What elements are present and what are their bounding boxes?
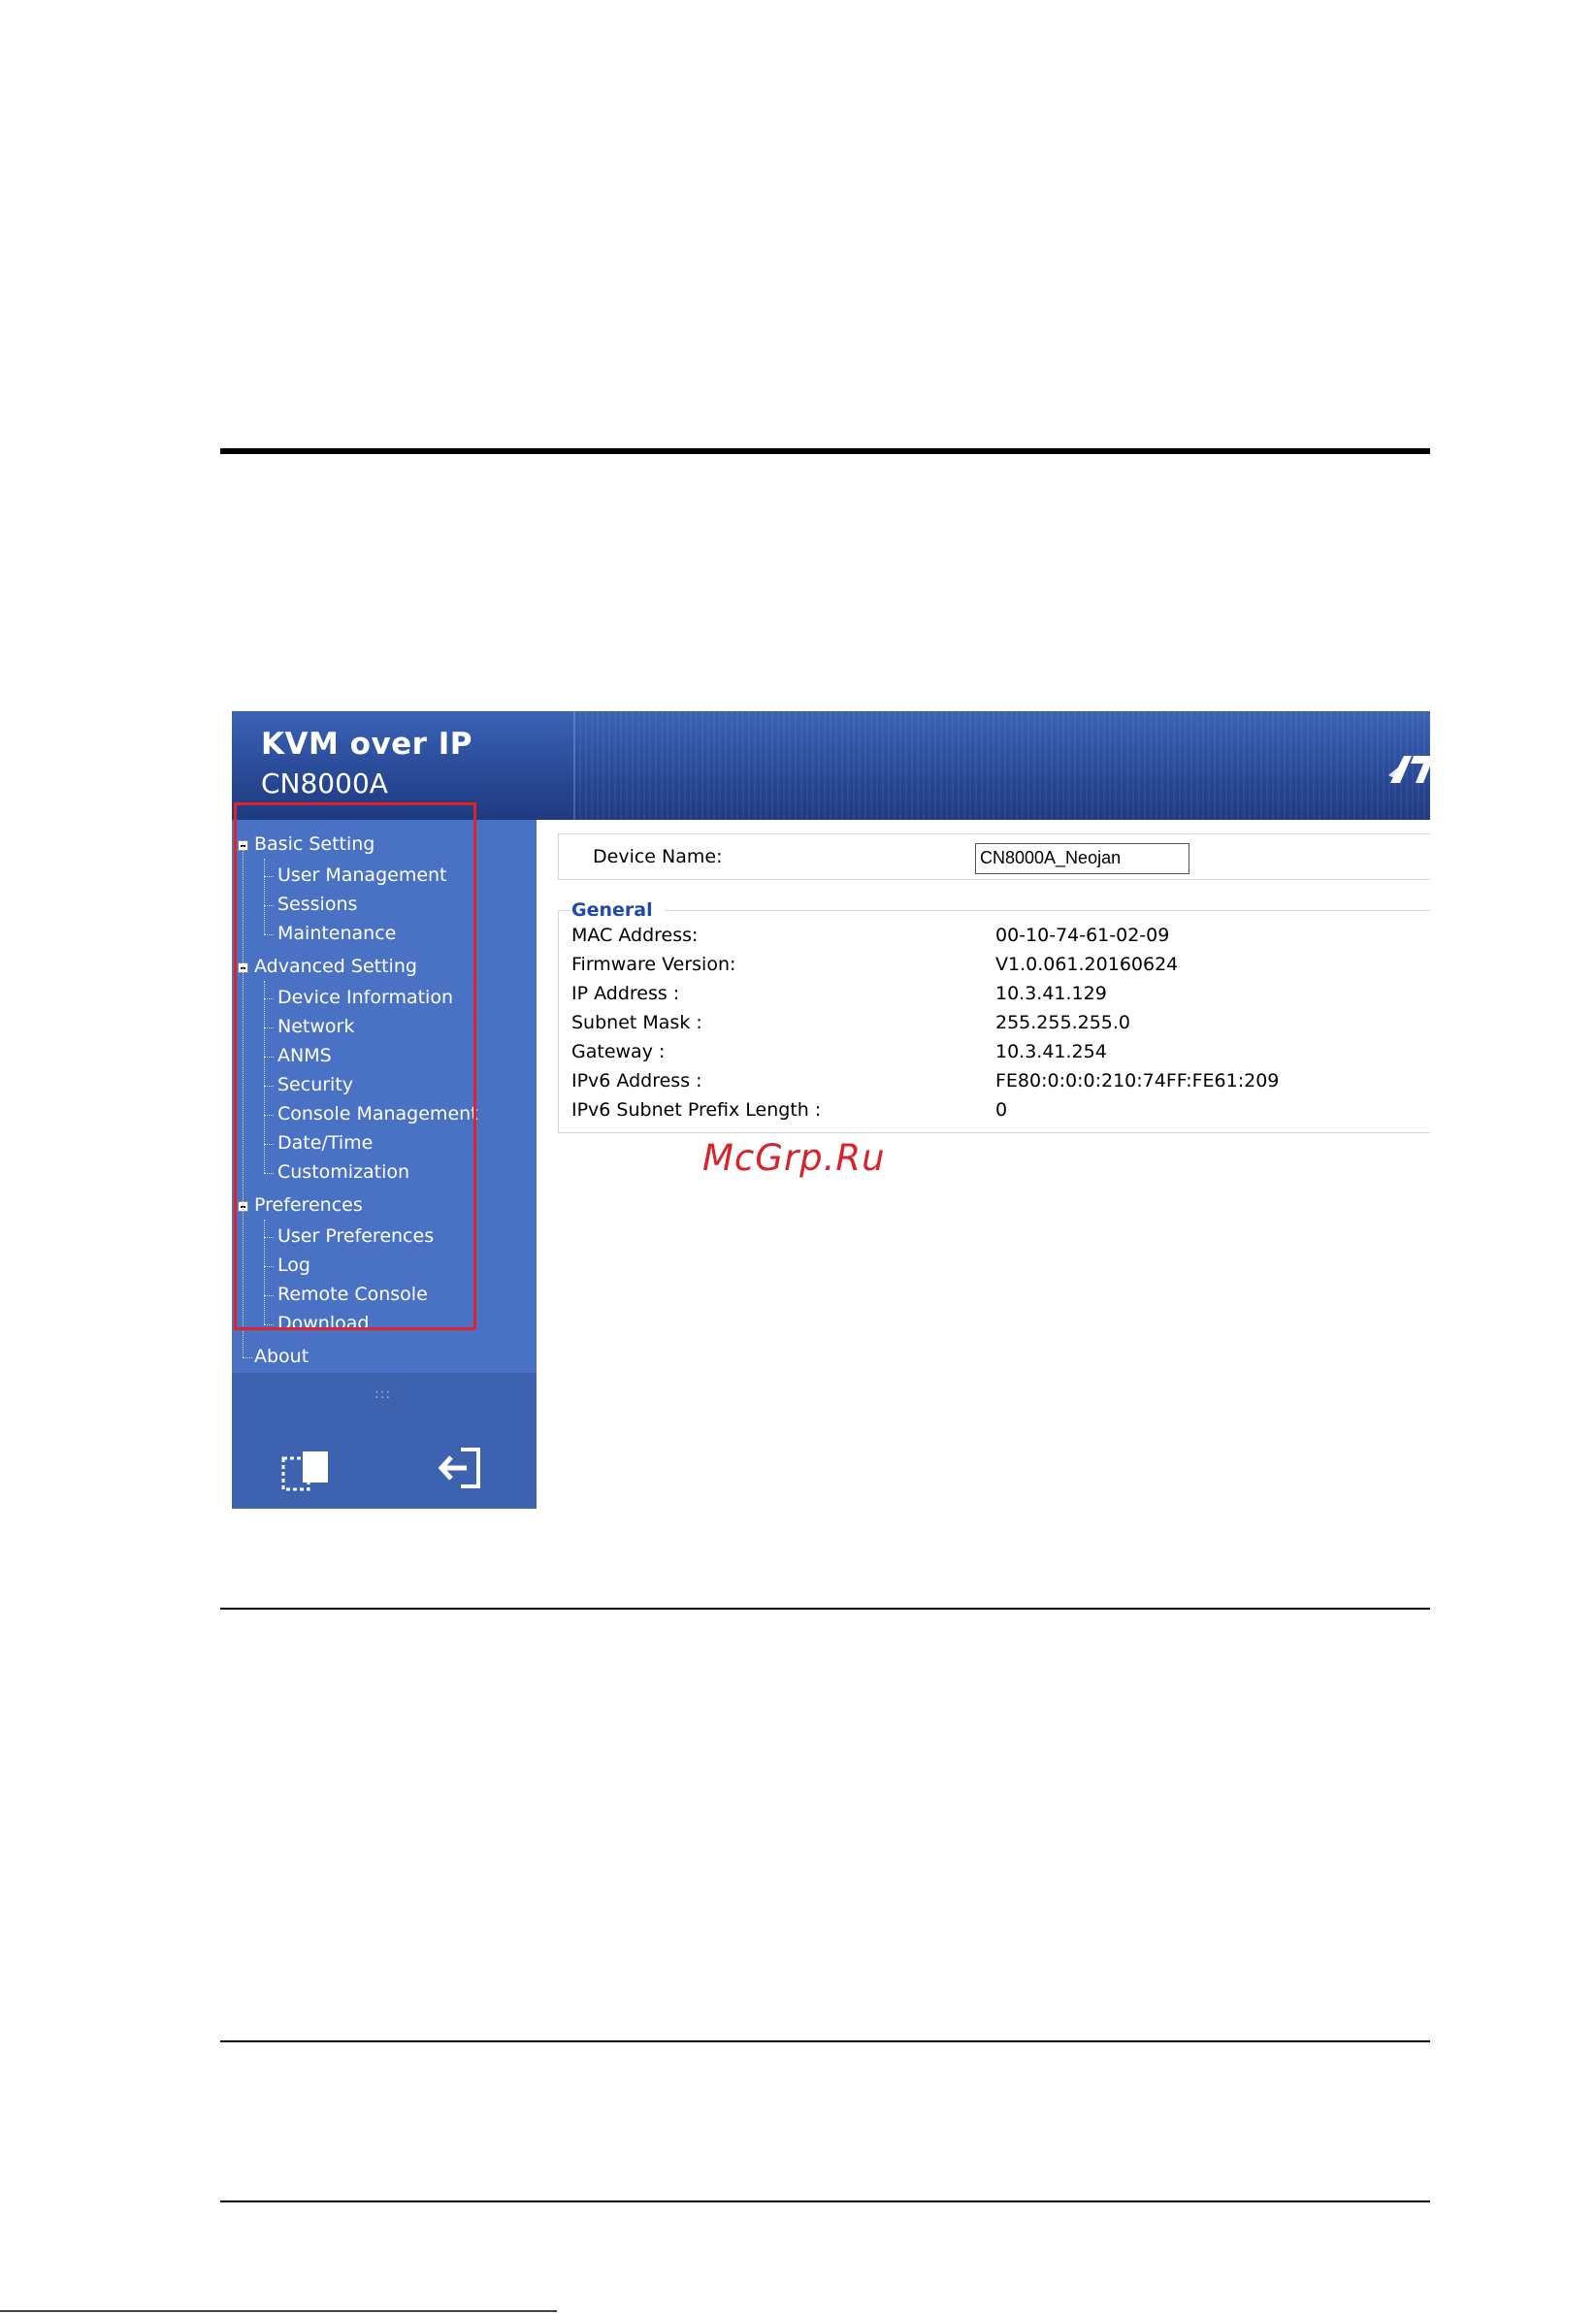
- sidebar-footer: :::: [232, 1373, 537, 1509]
- footer-rule: [0, 2310, 557, 2312]
- watermark: McGrp.Ru: [702, 1137, 886, 1179]
- sidebar-item[interactable]: Security: [277, 1074, 353, 1095]
- content-panel: Device Name: CN8000A_Neojan General MAC …: [537, 820, 1430, 1509]
- tree-connector: [264, 981, 265, 1173]
- sidebar-item[interactable]: ANMS: [277, 1045, 332, 1066]
- device-name-input[interactable]: CN8000A_Neojan: [975, 843, 1189, 874]
- tree-connector: [264, 1144, 274, 1145]
- tree-connector: [243, 1357, 252, 1358]
- sidebar-item[interactable]: Console Management: [277, 1103, 478, 1124]
- tree-connector: [264, 1086, 274, 1087]
- sidebar-group[interactable]: Advanced Setting: [254, 956, 417, 977]
- tree-connector: [264, 998, 274, 999]
- sidebar-group[interactable]: Basic Setting: [254, 833, 375, 855]
- tree-connector: [264, 1057, 274, 1058]
- tree-connector: [264, 1324, 274, 1325]
- sidebar-item[interactable]: Download: [277, 1313, 369, 1334]
- rule-2: [220, 2040, 1430, 2042]
- info-value: 0: [995, 1099, 1008, 1121]
- info-label: IPv6 Subnet Prefix Length :: [571, 1099, 822, 1121]
- tree-connector: [264, 1115, 274, 1116]
- sidebar-item[interactable]: Network: [277, 1016, 354, 1037]
- device-name-section: Device Name: CN8000A_Neojan: [558, 833, 1430, 880]
- sidebar-item[interactable]: Sessions: [277, 894, 357, 915]
- info-label: IP Address :: [571, 983, 680, 1004]
- resize-grip[interactable]: :::: [375, 1386, 391, 1402]
- info-label: IPv6 Address :: [571, 1070, 702, 1092]
- sidebar-item[interactable]: User Preferences: [277, 1225, 434, 1247]
- sidebar-item[interactable]: Remote Console: [277, 1284, 428, 1305]
- header-divider: [573, 711, 575, 820]
- tree-connector: [264, 905, 274, 906]
- info-label: Subnet Mask :: [571, 1012, 702, 1033]
- rule-3: [220, 2200, 1430, 2202]
- rule-1: [220, 1608, 1430, 1610]
- info-value: 00-10-74-61-02-09: [995, 925, 1170, 946]
- info-label: Gateway :: [571, 1041, 666, 1062]
- info-value: 10.3.41.129: [995, 983, 1107, 1004]
- tree-connector: [264, 859, 265, 934]
- tree-connector: [264, 934, 274, 935]
- tree-connector: [264, 1266, 274, 1267]
- logout-icon[interactable]: [438, 1446, 490, 1490]
- sidebar-item[interactable]: Customization: [277, 1161, 409, 1183]
- tree-connector: [243, 843, 244, 1357]
- tree-connector: [264, 1295, 274, 1296]
- info-value: 10.3.41.254: [995, 1041, 1107, 1062]
- app-header: KVM over IP CN8000A: [232, 711, 1430, 820]
- info-label: MAC Address:: [571, 925, 699, 946]
- kvm-screenshot: KVM over IP CN8000A Basic Setting User Ma…: [232, 711, 1430, 1509]
- top-rule: [220, 448, 1430, 454]
- sidebar-item[interactable]: Log: [277, 1255, 310, 1276]
- sidebar-group[interactable]: Preferences: [254, 1194, 363, 1216]
- sidebar-item[interactable]: Device Information: [277, 987, 453, 1008]
- aten-logo-icon: [1388, 756, 1430, 783]
- tree-connector: [264, 1027, 274, 1028]
- sidebar-item-about[interactable]: About: [254, 1346, 309, 1367]
- info-value: FE80:0:0:0:210:74FF:FE61:209: [995, 1070, 1280, 1092]
- sidebar: Basic Setting User Management Sessions Main…: [232, 820, 537, 1373]
- info-label: Firmware Version:: [571, 954, 736, 975]
- info-value: V1.0.061.20160624: [995, 954, 1179, 975]
- sidebar-item[interactable]: User Management: [277, 864, 447, 886]
- tree-connector: [264, 1173, 274, 1174]
- sidebar-item[interactable]: Maintenance: [277, 923, 396, 944]
- general-legend: General: [571, 899, 665, 921]
- panel-toggle-icon[interactable]: [280, 1449, 333, 1493]
- app-title: KVM over IP: [261, 727, 473, 762]
- tree-connector: [264, 876, 274, 877]
- device-name-label: Device Name:: [593, 846, 723, 867]
- tree-connector: [264, 1220, 265, 1324]
- header-pattern: [573, 711, 1430, 820]
- app-subtitle: CN8000A: [261, 767, 388, 799]
- tree-connector: [264, 1237, 274, 1238]
- sidebar-item[interactable]: Date/Time: [277, 1132, 373, 1154]
- info-value: 255.255.255.0: [995, 1012, 1131, 1033]
